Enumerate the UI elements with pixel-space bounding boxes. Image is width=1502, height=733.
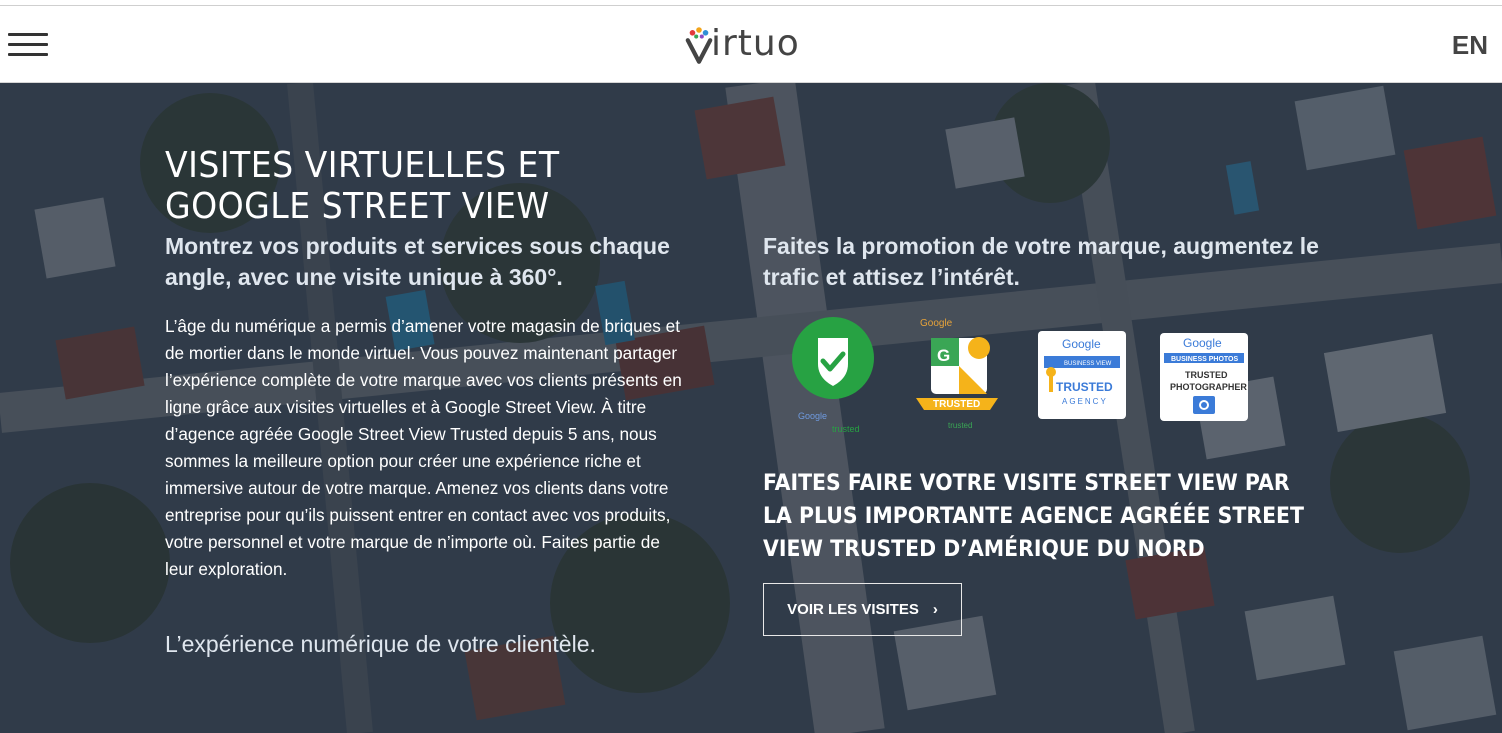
google-maps-trusted-badge: Google G TRUSTED trusted [916,318,998,430]
google-business-photos-photographer-badge: Google BUSINESS PHOTOS TRUSTED PHOTOGRAP… [1160,333,1248,421]
svg-text:Google: Google [1183,336,1222,350]
trust-badges: Google trusted Google G TRUSTED trusted … [790,316,1260,441]
svg-text:trusted: trusted [948,421,972,430]
svg-text:G: G [937,346,950,365]
menu-icon[interactable] [8,33,48,59]
hero-body-text: L’âge du numérique a permis d’amener vot… [165,316,682,579]
svg-text:TRUSTED: TRUSTED [1056,380,1113,394]
svg-text:PHOTOGRAPHER: PHOTOGRAPHER [1170,382,1247,392]
page-title: VISITES VIRTUELLES ET GOOGLE STREET VIEW [165,145,560,227]
promo-text: Faites la promotion de votre marque, aug… [763,233,1319,290]
svg-text:TRUSTED: TRUSTED [933,399,980,410]
hero-subtitle: Montrez vos produits et services sous ch… [165,233,670,290]
chevron-right-icon: › [932,601,938,618]
virtuo-logo[interactable]: irtuo [685,20,800,68]
svg-text:BUSINESS VIEW: BUSINESS VIEW [1064,361,1112,367]
view-visits-label: VOIR LES VISITES [787,601,919,618]
hero-tagline: L’expérience numérique de votre clientèl… [165,631,596,657]
svg-text:Google: Google [920,318,953,329]
view-visits-button[interactable]: VOIR LES VISITES › [763,583,962,636]
language-switch[interactable]: EN [1452,30,1488,61]
logo-text: irtuo [711,23,800,64]
hero-section: VISITES VIRTUELLES ET GOOGLE STREET VIEW… [0,83,1502,733]
svg-text:Google: Google [798,411,827,421]
site-header: irtuo EN [0,6,1502,83]
virtuo-logo-mark [685,27,713,64]
svg-text:AGENCY: AGENCY [1062,397,1108,406]
google-business-view-agency-badge: Google BUSINESS VIEW TRUSTED AGENCY [1038,331,1126,419]
agency-headline: FAITES FAIRE VOTRE VISITE STREET VIEW PA… [763,471,1304,562]
svg-text:BUSINESS PHOTOS: BUSINESS PHOTOS [1171,356,1238,363]
svg-text:trusted: trusted [832,424,860,434]
svg-text:Google: Google [1062,337,1101,351]
svg-text:TRUSTED: TRUSTED [1185,370,1228,380]
google-trusted-shield-badge: Google trusted [792,317,874,434]
